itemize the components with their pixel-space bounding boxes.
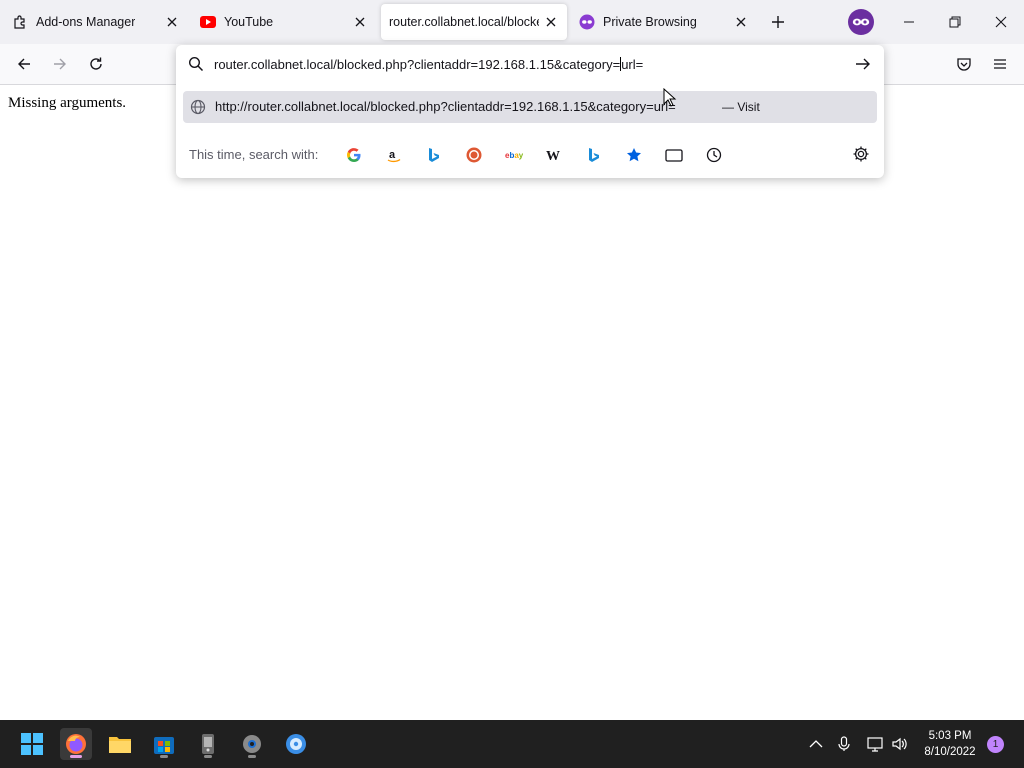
show-hidden-icons-chevron-icon[interactable] (806, 734, 826, 754)
wikipedia-icon[interactable]: W (544, 145, 564, 165)
duckduckgo-icon[interactable] (464, 145, 484, 165)
youtube-icon (200, 14, 216, 30)
close-window-button[interactable] (991, 12, 1011, 32)
search-icon (188, 56, 206, 74)
svg-text:a: a (389, 149, 396, 161)
private-browsing-indicator-icon (848, 9, 874, 35)
taskbar-media-icon[interactable] (280, 728, 312, 760)
url-dropdown-panel: router.collabnet.local/blocked.php?clien… (176, 45, 884, 178)
search-with-label: This time, search with: (189, 147, 319, 162)
tab-addons-manager[interactable]: Add-ons Manager (4, 4, 188, 40)
taskbar-running-indicator (160, 755, 168, 758)
close-tab-icon[interactable] (352, 14, 368, 30)
back-button[interactable] (14, 54, 34, 74)
bookmarks-icon[interactable] (624, 145, 644, 165)
amazon-icon[interactable]: a (384, 145, 404, 165)
taskbar-running-indicator (204, 755, 212, 758)
restore-button[interactable] (945, 12, 965, 32)
page-message: Missing arguments. (8, 95, 127, 111)
taskbar-app-icon[interactable] (192, 728, 224, 760)
menu-hamburger-icon[interactable] (990, 54, 1010, 74)
puzzle-icon (12, 14, 28, 30)
url-bar[interactable]: router.collabnet.local/blocked.php?clien… (176, 45, 884, 85)
tab-label: YouTube (224, 15, 274, 29)
taskbar-store-icon[interactable] (148, 728, 180, 760)
globe-icon (190, 99, 206, 115)
reload-button[interactable] (86, 54, 106, 74)
tab-youtube[interactable]: YouTube (192, 4, 376, 40)
volume-icon[interactable] (890, 734, 910, 754)
tab-private-browsing[interactable]: Private Browsing (571, 4, 757, 40)
tab-router-blocked[interactable]: router.collabnet.local/blocked.php (381, 4, 567, 40)
microphone-icon[interactable] (834, 734, 854, 754)
svg-text:ebay: ebay (505, 151, 523, 160)
suggestion-url: http://router.collabnet.local/blocked.ph… (215, 99, 676, 114)
google-icon[interactable] (344, 145, 364, 165)
taskbar-active-indicator (70, 755, 82, 758)
url-input[interactable]: router.collabnet.local/blocked.php?clien… (214, 57, 643, 72)
mouse-cursor-icon (663, 87, 677, 108)
close-tab-icon[interactable] (733, 14, 749, 30)
taskbar-firefox-icon[interactable] (60, 728, 92, 760)
taskbar-clock[interactable]: 5:03 PM 8/10/2022 (918, 728, 982, 760)
tab-label: Add-ons Manager (36, 15, 136, 29)
close-tab-icon[interactable] (543, 14, 559, 30)
tab-label: router.collabnet.local/blocked.php (389, 15, 539, 29)
network-icon[interactable] (866, 734, 886, 754)
tab-strip: Add-ons Manager YouTube router.collabnet… (0, 0, 1024, 44)
clock-time: 5:03 PM (928, 730, 972, 742)
taskbar-settings-icon[interactable] (236, 728, 268, 760)
suggestion-action: — Visit (722, 100, 760, 114)
ebay-icon[interactable]: ebay (504, 145, 524, 165)
url-text-after-caret: url= (621, 57, 644, 72)
private-browsing-icon (579, 14, 595, 30)
url-text-before-caret: router.collabnet.local/blocked.php?clien… (214, 57, 621, 72)
search-settings-gear-icon[interactable] (852, 145, 872, 165)
tab-label: Private Browsing (603, 15, 697, 29)
url-suggestion-row[interactable]: http://router.collabnet.local/blocked.ph… (183, 91, 877, 123)
svg-text:W: W (546, 149, 560, 162)
notification-badge[interactable]: 1 (987, 736, 1004, 753)
new-tab-button[interactable] (768, 12, 788, 32)
bing-icon[interactable] (424, 145, 444, 165)
clock-date: 8/10/2022 (924, 746, 976, 758)
forward-button[interactable] (50, 54, 70, 74)
minimize-button[interactable] (899, 12, 919, 32)
history-icon[interactable] (704, 145, 724, 165)
bing-icon[interactable] (584, 145, 604, 165)
taskbar-running-indicator (248, 755, 256, 758)
go-arrow-icon[interactable] (854, 55, 874, 75)
pocket-icon[interactable] (954, 54, 974, 74)
close-tab-icon[interactable] (164, 14, 180, 30)
start-button[interactable] (16, 728, 48, 760)
tabs-icon[interactable] (664, 145, 684, 165)
taskbar-file-explorer-icon[interactable] (104, 728, 136, 760)
